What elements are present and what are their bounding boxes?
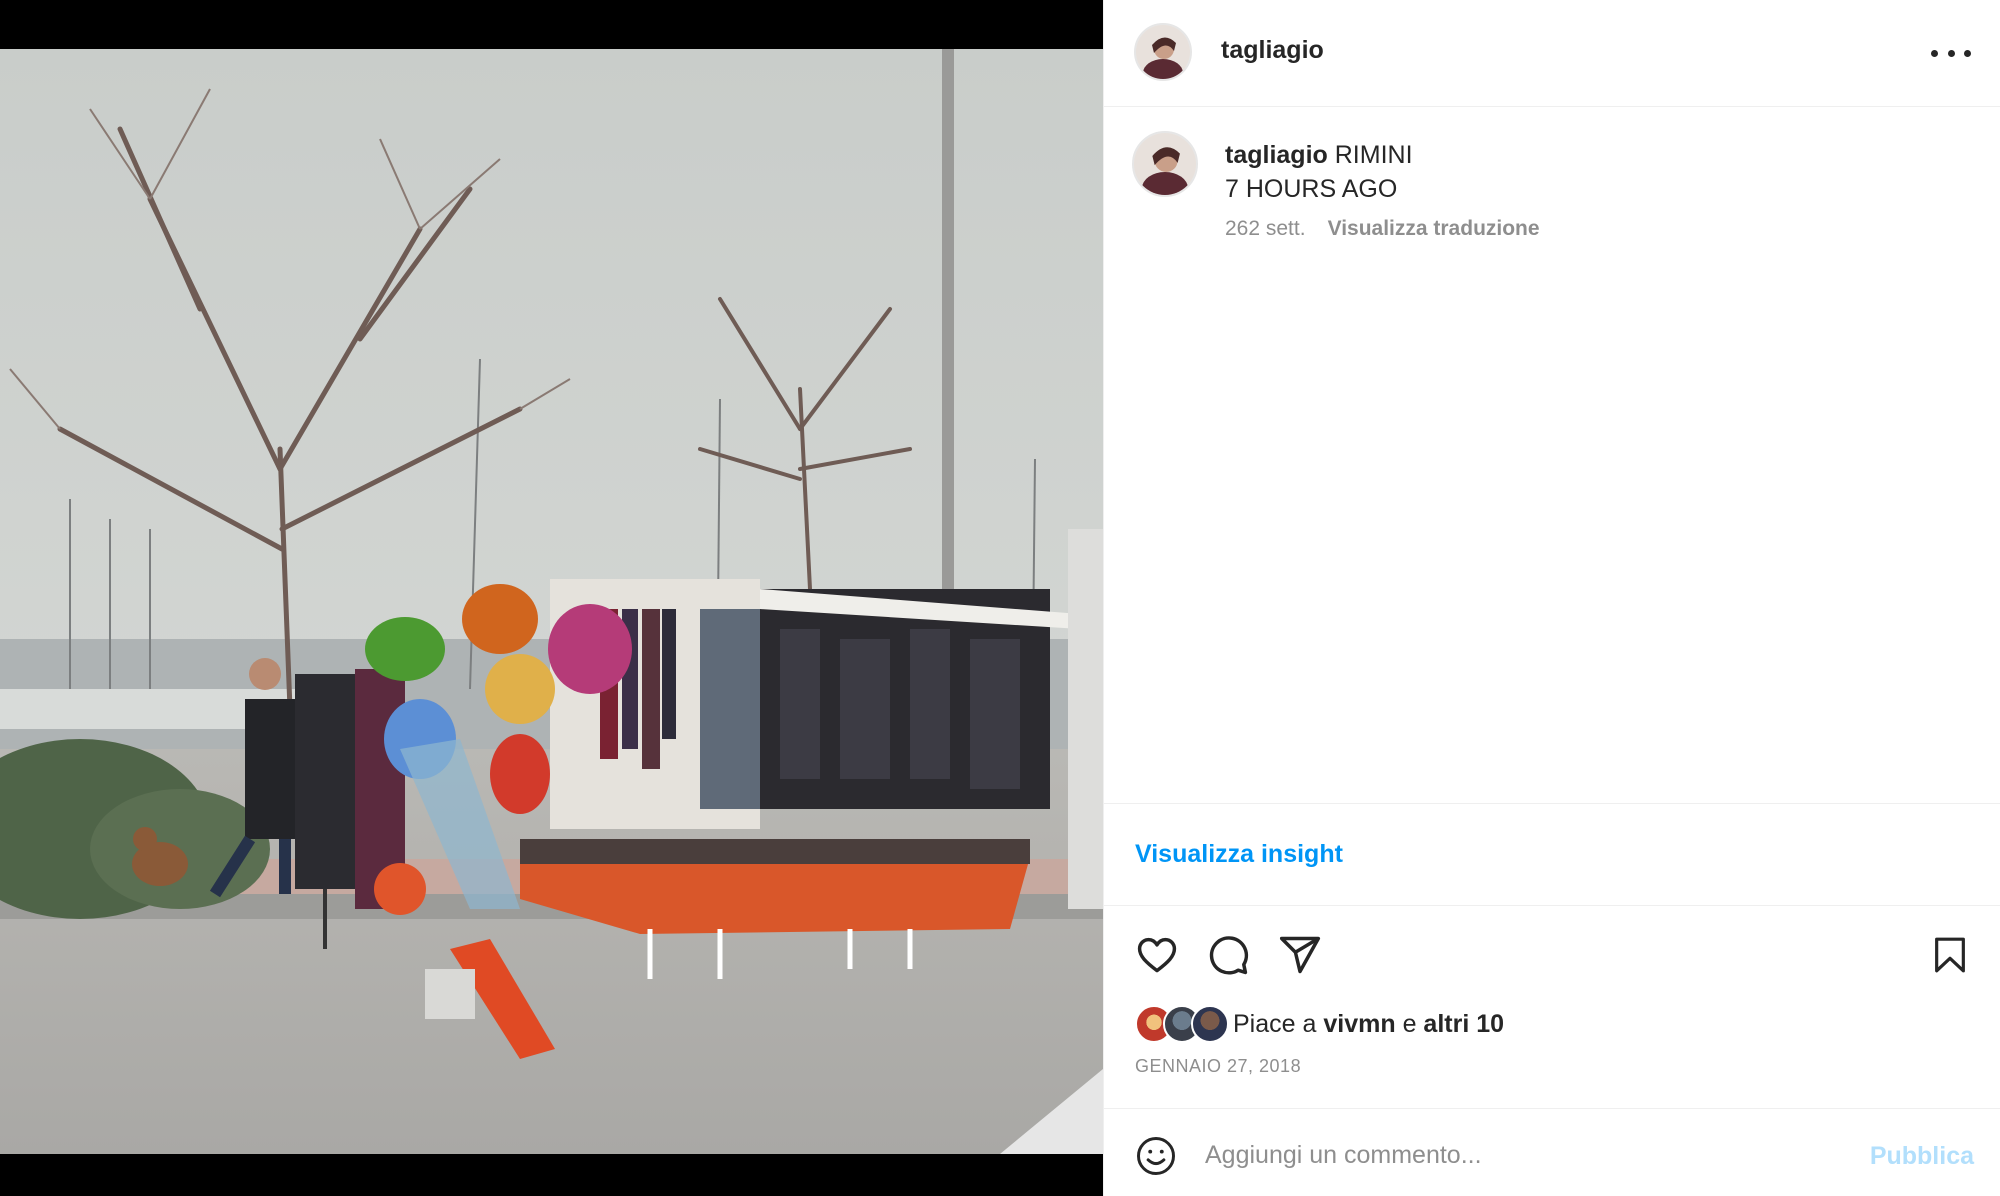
post-media	[0, 0, 1103, 1196]
smiley-icon[interactable]	[1135, 1135, 1177, 1177]
view-insights-link[interactable]: Visualizza insight	[1135, 840, 1343, 869]
heart-icon[interactable]	[1135, 933, 1179, 977]
post-header: tagliagio	[1104, 0, 2000, 107]
caption-meta: 262 sett. Visualizza traduzione	[1225, 217, 1540, 241]
bookmark-icon[interactable]	[1930, 933, 1970, 977]
avatar-image	[1136, 25, 1190, 79]
author-username[interactable]: tagliagio	[1221, 36, 1324, 65]
likes-summary: Piace a vivmn e altri 10	[1135, 1004, 1504, 1044]
insight-section: Visualizza insight	[1104, 803, 2000, 906]
caption-text: tagliagio RIMINI	[1225, 138, 1413, 172]
liker-avatars[interactable]	[1135, 1005, 1231, 1043]
liker-username[interactable]: vivmn	[1323, 1010, 1395, 1038]
more-horizontal-icon[interactable]	[1931, 38, 1971, 68]
post-actions: Piace a vivmn e altri 10 GENNAIO 27, 201…	[1104, 906, 2000, 1106]
likes-conjunction: e	[1402, 1009, 1417, 1038]
post-caption: tagliagio RIMINI 7 HOURS AGO 262 sett. V…	[1104, 107, 2000, 803]
comment-bar: Pubblica	[1104, 1108, 2000, 1196]
author-avatar[interactable]	[1134, 23, 1192, 81]
comment-input[interactable]	[1205, 1131, 1825, 1179]
post-age[interactable]: 262 sett.	[1225, 217, 1306, 241]
liker-avatar	[1191, 1005, 1229, 1043]
paper-plane-icon[interactable]	[1278, 933, 1322, 977]
comment-bubble-icon[interactable]	[1206, 933, 1250, 977]
post-photo	[0, 49, 1103, 1154]
post-date[interactable]: GENNAIO 27, 2018	[1135, 1056, 1301, 1077]
translate-link[interactable]: Visualizza traduzione	[1328, 217, 1540, 241]
caption-username[interactable]: tagliagio	[1225, 141, 1328, 169]
post-side-panel: tagliagio tagliagio RIMINI 7 HOURS AGO 2…	[1103, 0, 2000, 1196]
likes-text: Piace a vivmn e altri 10	[1233, 1010, 1504, 1039]
likes-others-link[interactable]: altri 10	[1423, 1010, 1504, 1038]
avatar-image	[1134, 133, 1196, 195]
caption-line-2: 7 HOURS AGO	[1225, 175, 1398, 203]
caption-body: RIMINI	[1334, 141, 1413, 169]
likes-prefix: Piace a	[1233, 1009, 1317, 1038]
caption-avatar[interactable]	[1132, 131, 1198, 197]
publish-button[interactable]: Pubblica	[1870, 1142, 1974, 1171]
